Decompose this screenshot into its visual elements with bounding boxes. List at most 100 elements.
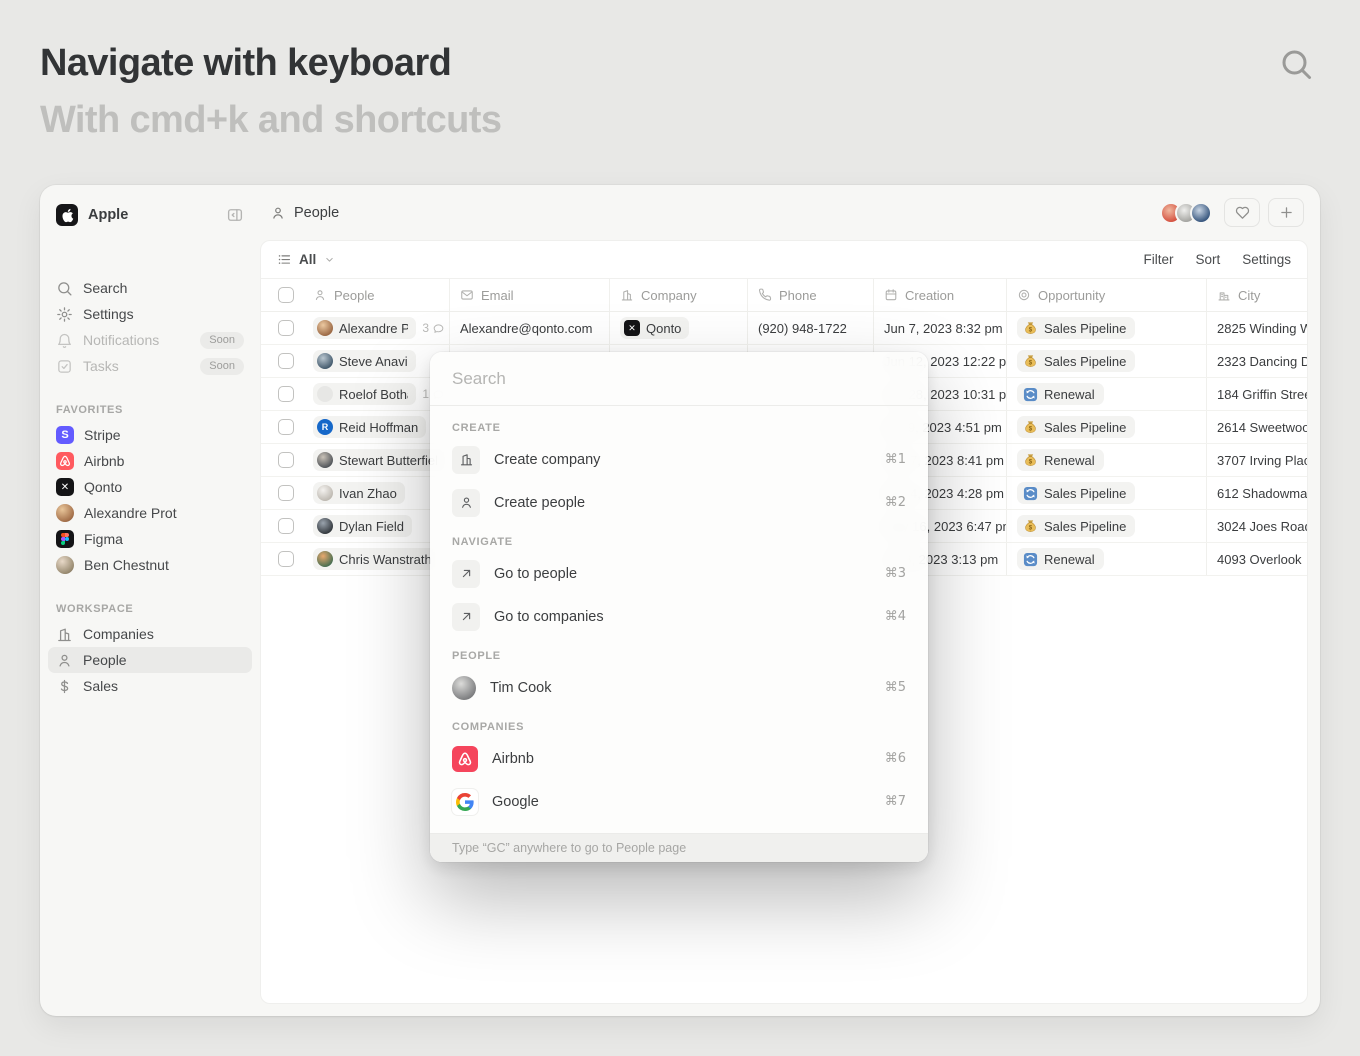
sidebar-item-companies[interactable]: Companies — [48, 621, 252, 647]
cell-city[interactable]: 2323 Dancing Dove — [1206, 345, 1307, 377]
row-checkbox[interactable] — [278, 419, 294, 435]
column-header-creation[interactable]: Creation — [873, 279, 1006, 311]
opportunity-chip[interactable]: Sales Pipeline — [1017, 317, 1135, 339]
palette-item-tim-cook[interactable]: Tim Cook ⌘5 — [440, 666, 918, 709]
cell-city[interactable]: 3024 Joes Road — [1206, 510, 1307, 542]
sidebar-item-qonto[interactable]: ✕Qonto — [48, 474, 252, 500]
row-checkbox[interactable] — [278, 485, 294, 501]
column-header-company[interactable]: Company — [609, 279, 747, 311]
person-chip[interactable]: Ivan Zhao — [313, 482, 405, 504]
collaborator-avatars[interactable] — [1160, 202, 1212, 224]
sidebar-item-label: People — [83, 652, 127, 668]
palette-item-create-company[interactable]: Create company ⌘1 — [440, 438, 918, 481]
cell-city[interactable]: 4093 Overlook — [1206, 543, 1307, 575]
cell-opportunity[interactable]: Renewal — [1006, 543, 1206, 575]
sidebar-item-people[interactable]: People — [48, 647, 252, 673]
qonto-logo-icon: ✕ — [624, 320, 640, 336]
cell-creation[interactable]: Jun 7, 2023 8:32 pm — [873, 312, 1006, 344]
search-icon — [56, 280, 73, 297]
company-chip[interactable]: ✕Qonto — [620, 317, 689, 339]
palette-item-go-to-people[interactable]: Go to people ⌘3 — [440, 552, 918, 595]
column-header-opportunity[interactable]: Opportunity — [1006, 279, 1206, 311]
cell-opportunity[interactable]: Sales Pipeline — [1006, 411, 1206, 443]
row-checkbox[interactable] — [278, 518, 294, 534]
search-input[interactable] — [452, 369, 906, 389]
sidebar-item-figma[interactable]: Figma — [48, 526, 252, 552]
cell-opportunity[interactable]: Renewal — [1006, 378, 1206, 410]
palette-search[interactable] — [430, 352, 928, 406]
person-chip[interactable]: Dylan Field — [313, 515, 412, 537]
cell-city[interactable]: 612 Shadowman — [1206, 477, 1307, 509]
sidebar-item-sales[interactable]: Sales — [48, 673, 252, 699]
renewal-icon — [1023, 486, 1038, 501]
page-breadcrumb[interactable]: People — [270, 205, 339, 221]
sidebar-item-settings[interactable]: Settings — [48, 301, 252, 327]
row-checkbox[interactable] — [278, 353, 294, 369]
add-button[interactable] — [1268, 198, 1304, 227]
palette-section-label: NAVIGATE — [452, 536, 906, 548]
row-checkbox[interactable] — [278, 386, 294, 402]
sidebar-item-tasks: TasksSoon — [48, 353, 252, 379]
bell-icon — [56, 332, 73, 349]
person-chip[interactable]: Alexandre Prot — [313, 317, 416, 339]
person-chip[interactable]: Chris Wanstrath — [313, 548, 440, 570]
person-chip[interactable]: RReid Hoffman — [313, 416, 426, 438]
palette-item-go-to-companies[interactable]: Go to companies ⌘4 — [440, 595, 918, 638]
sidebar-item-stripe[interactable]: SStripe — [48, 422, 252, 448]
apple-logo-icon — [56, 204, 78, 226]
cell-opportunity[interactable]: Sales Pipeline — [1006, 312, 1206, 344]
column-header-phone[interactable]: Phone — [747, 279, 873, 311]
opportunity-chip[interactable]: Sales Pipeline — [1017, 482, 1135, 504]
comment-count[interactable]: 3 — [422, 321, 445, 335]
palette-item-create-people[interactable]: Create people ⌘2 — [440, 481, 918, 524]
workspace-name[interactable]: Apple — [88, 207, 216, 223]
search-icon[interactable] — [1278, 46, 1314, 82]
sidebar-item-label: Companies — [83, 626, 154, 642]
stripe-logo-icon: S — [56, 426, 74, 444]
cell-opportunity[interactable]: Sales Pipeline — [1006, 345, 1206, 377]
cell-phone[interactable]: (920) 948-1722 — [747, 312, 873, 344]
opportunity-chip[interactable]: Renewal — [1017, 383, 1104, 405]
cell-city[interactable]: 2825 Winding Way — [1206, 312, 1307, 344]
column-header-city[interactable]: City — [1206, 279, 1307, 311]
person-chip[interactable]: Stewart Butterfield — [313, 449, 445, 471]
collapse-sidebar-icon[interactable] — [226, 206, 244, 224]
select-all-checkbox[interactable] — [278, 287, 294, 303]
cell-opportunity[interactable]: Sales Pipeline — [1006, 510, 1206, 542]
palette-item-google[interactable]: Google ⌘7 — [440, 780, 918, 823]
sidebar-item-ben-chestnut[interactable]: Ben Chestnut — [48, 552, 252, 578]
person-chip[interactable]: Steve Anavi — [313, 350, 416, 372]
cell-opportunity[interactable]: Sales Pipeline — [1006, 477, 1206, 509]
sidebar-item-alexandre-prot[interactable]: Alexandre Prot — [48, 500, 252, 526]
favorite-button[interactable] — [1224, 198, 1260, 227]
opportunity-chip[interactable]: Sales Pipeline — [1017, 515, 1135, 537]
view-selector[interactable]: All — [277, 252, 336, 267]
settings-button[interactable]: Settings — [1242, 252, 1291, 267]
row-checkbox[interactable] — [278, 452, 294, 468]
row-checkbox[interactable] — [278, 551, 294, 567]
column-header-email[interactable]: Email — [449, 279, 609, 311]
cell-email[interactable]: Alexandre@qonto.com — [449, 312, 609, 344]
sidebar-item-airbnb[interactable]: Airbnb — [48, 448, 252, 474]
opportunity-chip[interactable]: Sales Pipeline — [1017, 350, 1135, 372]
list-icon — [277, 252, 292, 267]
cell-city[interactable]: 184 Griffin Street — [1206, 378, 1307, 410]
sort-button[interactable]: Sort — [1195, 252, 1220, 267]
sidebar-item-search[interactable]: Search — [48, 275, 252, 301]
cell-city[interactable]: 2614 Sweetwood — [1206, 411, 1307, 443]
cell-city[interactable]: 3707 Irving Place — [1206, 444, 1307, 476]
opportunity-chip[interactable]: Renewal — [1017, 449, 1104, 471]
page-title: Navigate with keyboard — [40, 42, 451, 85]
row-checkbox[interactable] — [278, 320, 294, 336]
shortcut-badge: ⌘1 — [885, 452, 906, 467]
cell-opportunity[interactable]: Renewal — [1006, 444, 1206, 476]
palette-item-label: Airbnb — [492, 751, 534, 767]
cell-company[interactable]: ✕Qonto — [609, 312, 747, 344]
column-header-people[interactable]: People — [311, 279, 449, 311]
person-chip[interactable]: Roelof Botha — [313, 383, 416, 405]
opportunity-chip[interactable]: Renewal — [1017, 548, 1104, 570]
filter-button[interactable]: Filter — [1143, 252, 1173, 267]
palette-item-airbnb[interactable]: Airbnb ⌘6 — [440, 737, 918, 780]
arrow-up-right-icon — [452, 603, 480, 631]
opportunity-chip[interactable]: Sales Pipeline — [1017, 416, 1135, 438]
